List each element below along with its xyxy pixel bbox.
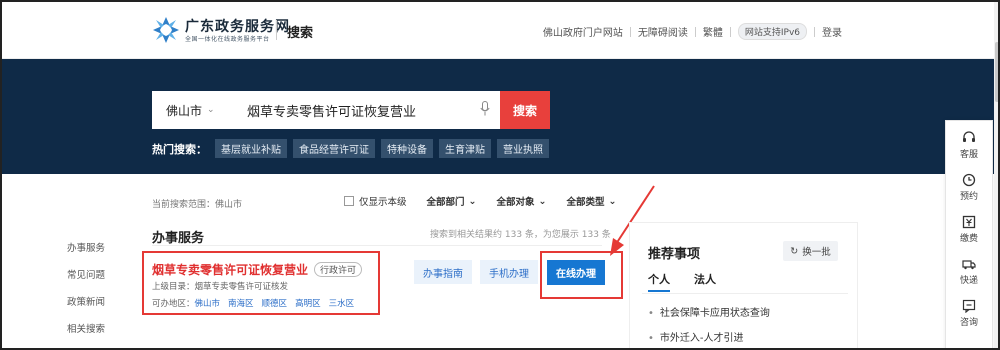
toolbar-label: 快递 — [959, 276, 978, 286]
city-label: 佛山市 — [166, 103, 203, 118]
refresh-icon: ↻ — [790, 245, 799, 257]
toolbar-label: 预约 — [959, 192, 978, 202]
truck-icon — [962, 260, 976, 270]
tab-corporate[interactable]: 法人 — [694, 271, 716, 292]
appointment-button[interactable]: 预约 — [960, 173, 978, 202]
result-card: 烟草专卖零售许可证恢复营业 行政许可 上级目录：烟草专卖零售许可证核发 可办地区… — [142, 251, 380, 315]
service-guide-button[interactable]: 办事指南 — [414, 260, 472, 284]
toolbar-label: 咨询 — [959, 318, 978, 328]
area-link[interactable]: 南海区 — [228, 297, 254, 309]
search-banner: 佛山市 ⌄ 烟草专卖零售许可证恢复营业 搜索 热门搜索： 基层就业补贴 食品经营… — [2, 59, 998, 174]
scope-label: 当前搜索范围： — [152, 200, 216, 210]
chevron-down-icon: ⌄ — [468, 195, 477, 207]
result-title-link[interactable]: 烟草专卖零售许可证恢复营业 — [152, 261, 308, 278]
ipv6-badge: 网站支持IPv6 — [737, 23, 807, 40]
divider — [629, 26, 631, 37]
dropdown-label: 全部对象 — [496, 197, 535, 208]
express-button[interactable]: 快递 — [960, 257, 978, 286]
nav-item-related[interactable]: 相关搜索 — [67, 321, 105, 335]
list-item[interactable]: 社会保障卡应用状态查询 — [648, 304, 770, 319]
payment-button[interactable]: 缴费 — [960, 215, 978, 244]
accessibility-link[interactable]: 无障碍阅读 — [638, 24, 688, 39]
section-title: 办事服务 — [152, 231, 205, 246]
hot-search-tag[interactable]: 基层就业补贴 — [215, 139, 287, 158]
nav-item-faq[interactable]: 常见问题 — [67, 267, 105, 281]
left-nav: 办事服务 常见问题 政策新闻 相关搜索 — [67, 240, 105, 335]
login-link[interactable]: 登录 — [822, 24, 842, 39]
logo-divider — [276, 20, 277, 40]
refresh-label: 换一批 — [802, 247, 831, 258]
recommend-tabs: 个人 法人 — [648, 271, 716, 292]
page-scrollbar[interactable] — [994, 2, 998, 348]
payment-icon — [962, 215, 976, 229]
filter-bar: 仅显示本级 全部部门 ⌄ 全部对象 ⌄ 全部类型 ⌄ — [344, 194, 616, 208]
microphone-icon[interactable] — [470, 100, 500, 120]
recommend-title: 推荐事项 — [648, 247, 701, 262]
search-box: 佛山市 ⌄ 烟草专卖零售许可证恢复营业 搜索 — [152, 91, 550, 129]
chat-icon — [962, 299, 976, 313]
available-areas: 可办地区： 佛山市 南海区 顺德区 高明区 三水区 — [152, 297, 354, 309]
divider — [642, 293, 848, 294]
city-select[interactable]: 佛山市 ⌄ — [152, 102, 222, 119]
hot-search-tag[interactable]: 生育津贴 — [439, 139, 491, 158]
result-count: 搜索到相关结果约 133 条，为您展示 133 条 — [430, 230, 611, 240]
top-links: 佛山政府门户网站 无障碍阅读 繁體 网站支持IPv6 登录 — [543, 23, 842, 40]
online-process-button[interactable]: 在线办理 — [547, 260, 605, 285]
mobile-process-button[interactable]: 手机办理 — [480, 260, 538, 284]
result-title-row: 烟草专卖零售许可证恢复营业 行政许可 — [152, 261, 363, 278]
refresh-button[interactable]: ↻ 换一批 — [783, 241, 838, 261]
recommend-panel: 推荐事项 ↻ 换一批 个人 法人 社会保障卡应用状态查询 市外迁入-人才引进 — [629, 222, 858, 348]
hot-searches: 热门搜索： 基层就业补贴 食品经营许可证 特种设备 生育津贴 营业执照 — [152, 139, 549, 158]
site-logo-icon[interactable] — [152, 16, 180, 44]
page-frame: 广东政务服务网 全国一体化在线政务服务平台 搜索 佛山政府门户网站 无障碍阅读 … — [0, 0, 1000, 350]
nav-item-policy-news[interactable]: 政策新闻 — [67, 294, 105, 308]
page-title: 搜索 — [287, 26, 314, 41]
areas-label: 可办地区： — [152, 299, 195, 309]
scope-value: 佛山市 — [215, 200, 243, 210]
dropdown-label: 全部类型 — [566, 197, 605, 208]
consult-button[interactable]: 咨询 — [960, 299, 978, 328]
category-badge: 行政许可 — [314, 262, 363, 277]
only-this-level-checkbox[interactable]: 仅显示本级 — [344, 194, 407, 208]
portal-link[interactable]: 佛山政府门户网站 — [543, 24, 623, 39]
hot-search-tag[interactable]: 营业执照 — [497, 139, 549, 158]
dropdown-label: 全部部门 — [426, 197, 465, 208]
divider — [814, 26, 815, 37]
target-dropdown[interactable]: 全部对象 ⌄ — [496, 194, 547, 209]
toolbar-label: 缴费 — [959, 234, 978, 244]
divider — [694, 26, 696, 37]
search-scope: 当前搜索范围：佛山市 — [152, 197, 242, 210]
checkbox-label: 仅显示本级 — [359, 197, 407, 208]
chevron-down-icon: ⌄ — [207, 105, 215, 115]
search-button[interactable]: 搜索 — [500, 91, 550, 129]
area-link[interactable]: 三水区 — [329, 297, 355, 309]
area-link[interactable]: 顺德区 — [262, 297, 288, 309]
hot-search-tag[interactable]: 食品经营许可证 — [293, 139, 375, 158]
scrollbar-thumb[interactable] — [995, 42, 998, 102]
parent-directory: 上级目录：烟草专卖零售许可证核发 — [152, 282, 289, 292]
toolbar-label: 客服 — [959, 150, 978, 160]
divider — [152, 245, 602, 246]
floating-toolbar: 客服 预约 缴费 快递 咨询 — [945, 120, 993, 348]
clock-icon — [962, 173, 976, 187]
hot-search-tag[interactable]: 特种设备 — [381, 139, 433, 158]
checkbox-box[interactable] — [344, 196, 354, 206]
headset-icon — [962, 131, 975, 142]
department-dropdown[interactable]: 全部部门 ⌄ — [426, 194, 477, 209]
area-link[interactable]: 高明区 — [295, 297, 321, 309]
area-link[interactable]: 佛山市 — [195, 297, 221, 309]
top-header: 广东政务服务网 全国一体化在线政务服务平台 搜索 佛山政府门户网站 无障碍阅读 … — [2, 2, 998, 59]
traditional-chinese-link[interactable]: 繁體 — [703, 24, 723, 39]
recommend-list: 社会保障卡应用状态查询 市外迁入-人才引进 — [648, 304, 770, 344]
list-item[interactable]: 市外迁入-人才引进 — [648, 329, 770, 344]
search-input[interactable]: 烟草专卖零售许可证恢复营业 — [222, 101, 470, 120]
site-title[interactable]: 广东政务服务网 — [185, 16, 290, 36]
customer-service-button[interactable]: 客服 — [960, 131, 978, 160]
site-subtitle: 全国一体化在线政务服务平台 — [185, 36, 270, 43]
tab-personal[interactable]: 个人 — [648, 271, 670, 292]
chevron-down-icon: ⌄ — [538, 195, 547, 207]
nav-item-services[interactable]: 办事服务 — [67, 240, 105, 254]
hot-search-label: 热门搜索： — [152, 142, 207, 156]
divider — [729, 26, 731, 37]
